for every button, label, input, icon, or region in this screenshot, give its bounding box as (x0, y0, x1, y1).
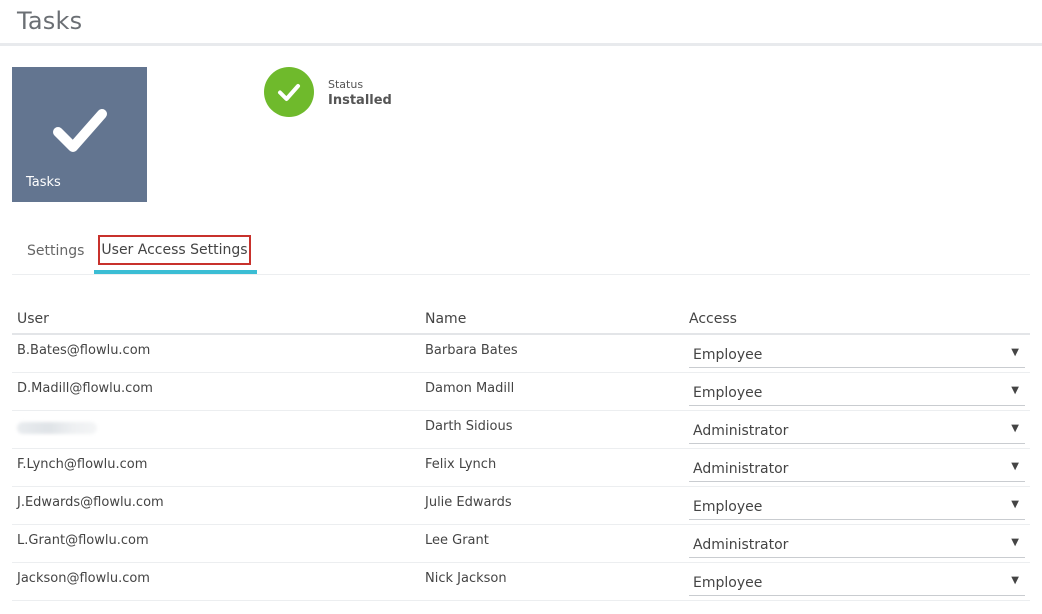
access-select-value: Employee (693, 499, 763, 515)
user-email: D.Madill@flowlu.com (17, 381, 153, 396)
table-header: User Name Access (12, 306, 1030, 335)
table-row: F.Lynch@flowlu.com Felix Lynch Administr… (12, 449, 1030, 487)
user-name: Damon Madill (425, 381, 515, 396)
access-select[interactable]: Employee ▼ (689, 570, 1025, 596)
dropdown-arrow-icon: ▼ (1011, 537, 1019, 548)
app-tile-label: Tasks (26, 175, 61, 190)
column-header-user: User (17, 311, 49, 327)
dropdown-arrow-icon: ▼ (1011, 461, 1019, 472)
access-select-value: Administrator (693, 461, 789, 477)
tab-user-access-settings-label: User Access Settings (98, 235, 251, 265)
user-name: Julie Edwards (425, 495, 512, 510)
status-check-icon (264, 67, 314, 117)
user-name: Lee Grant (425, 533, 489, 548)
access-select-value: Employee (693, 347, 763, 363)
user-name: Felix Lynch (425, 457, 497, 472)
dropdown-arrow-icon: ▼ (1011, 499, 1019, 510)
column-header-access: Access (689, 311, 737, 327)
user-access-table: User Name Access B.Bates@flowlu.com Barb… (12, 306, 1030, 601)
tab-bar: Settings User Access Settings (12, 231, 1030, 275)
access-select[interactable]: Administrator ▼ (689, 418, 1025, 444)
table-row: Darth Sidious Administrator ▼ (12, 411, 1030, 449)
checkmark-icon (53, 109, 107, 152)
access-select[interactable]: Administrator ▼ (689, 456, 1025, 482)
table-row: L.Grant@flowlu.com Lee Grant Administrat… (12, 525, 1030, 563)
access-select-value: Employee (693, 385, 763, 401)
access-select[interactable]: Administrator ▼ (689, 532, 1025, 558)
table-row: J.Edwards@flowlu.com Julie Edwards Emplo… (12, 487, 1030, 525)
table-row: D.Madill@flowlu.com Damon Madill Employe… (12, 373, 1030, 411)
app-tile: Tasks (12, 67, 147, 202)
access-select[interactable]: Employee ▼ (689, 380, 1025, 406)
tab-settings[interactable]: Settings (27, 231, 84, 274)
user-name: Darth Sidious (425, 419, 513, 434)
user-email: J.Edwards@flowlu.com (17, 495, 164, 510)
status-value: Installed (328, 93, 392, 108)
user-email: L.Grant@flowlu.com (17, 533, 149, 548)
status-label: Status (328, 78, 364, 91)
user-email: Jackson@flowlu.com (17, 571, 150, 586)
user-name: Barbara Bates (425, 343, 518, 358)
column-header-name: Name (425, 311, 467, 327)
active-tab-indicator (94, 270, 257, 274)
dropdown-arrow-icon: ▼ (1011, 575, 1019, 586)
tab-user-access-settings[interactable]: User Access Settings (94, 231, 257, 274)
access-select-value: Administrator (693, 423, 789, 439)
user-email: F.Lynch@flowlu.com (17, 457, 148, 472)
header-bar: Tasks (0, 0, 1042, 46)
page-title: Tasks (17, 7, 83, 35)
dropdown-arrow-icon: ▼ (1011, 423, 1019, 434)
user-email: B.Bates@flowlu.com (17, 343, 151, 358)
table-row: B.Bates@flowlu.com Barbara Bates Employe… (12, 335, 1030, 373)
access-select-value: Administrator (693, 537, 789, 553)
access-select[interactable]: Employee ▼ (689, 494, 1025, 520)
user-name: Nick Jackson (425, 571, 507, 586)
table-row: Jackson@flowlu.com Nick Jackson Employee… (12, 563, 1030, 601)
access-select-value: Employee (693, 575, 763, 591)
dropdown-arrow-icon: ▼ (1011, 347, 1019, 358)
user-email-redacted (17, 422, 97, 434)
dropdown-arrow-icon: ▼ (1011, 385, 1019, 396)
access-select[interactable]: Employee ▼ (689, 342, 1025, 368)
